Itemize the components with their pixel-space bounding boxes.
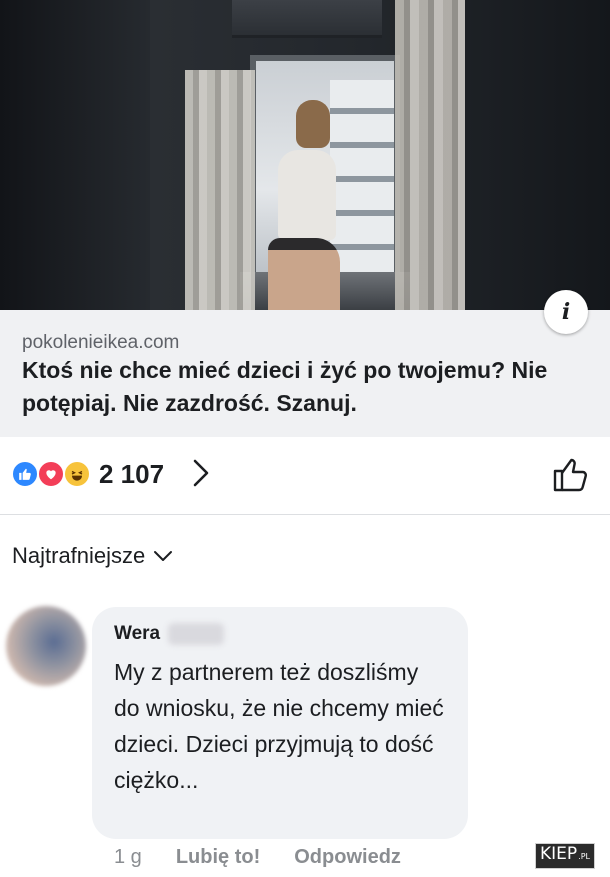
avatar[interactable] [6, 606, 86, 686]
comment-timestamp: 1 g [114, 846, 142, 868]
comment-bubble[interactable]: Wera My z partnerem też doszliśmy do wni… [92, 607, 468, 839]
kiep-watermark-logo: KIEP .PL [535, 843, 595, 869]
comment-author[interactable]: Wera [114, 623, 225, 645]
photo-curtain-left [185, 70, 255, 310]
like-icon [11, 460, 39, 488]
chevron-down-icon [154, 551, 173, 561]
chevron-right-icon[interactable] [188, 457, 214, 489]
sort-label: Najtrafniejsze [12, 543, 146, 568]
comment-reply-link[interactable]: Odpowiedz [294, 846, 401, 869]
haha-icon [63, 460, 91, 488]
photo-air-conditioner [232, 0, 382, 38]
link-title: Ktoś nie chce mieć dzieci i żyć po twoje… [22, 357, 548, 416]
link-domain: pokolenieikea.com [22, 332, 180, 353]
info-icon[interactable]: i [544, 290, 588, 334]
photo-wall [0, 0, 150, 310]
comment-like-link[interactable]: Lubię to! [176, 846, 260, 869]
comment-author-name: Wera [114, 623, 161, 644]
photo-curtain-right [395, 0, 465, 310]
watermark-suffix: .PL [578, 852, 590, 861]
photo-person-shirt [278, 150, 336, 240]
reactions-bar: 2 107 [0, 437, 610, 515]
watermark-text: KIEP [540, 844, 578, 864]
like-button-icon[interactable] [551, 454, 591, 494]
photo-person-legs [268, 238, 340, 310]
comment-text: My z partnerem też doszliśmy do wniosku,… [114, 659, 444, 793]
reaction-count[interactable]: 2 107 [99, 459, 164, 490]
blurred-surname [168, 623, 225, 645]
love-icon [37, 460, 65, 488]
photo-person-head [296, 100, 330, 148]
link-preview[interactable]: pokolenieikea.com Ktoś nie chce mieć dzi… [0, 310, 610, 437]
reaction-icons[interactable] [11, 460, 97, 488]
comments-sort-dropdown[interactable]: Najtrafniejsze [12, 543, 173, 569]
post-photo[interactable] [0, 0, 610, 310]
comment-meta: 1 g Lubię to! Odpowiedz [114, 846, 401, 869]
